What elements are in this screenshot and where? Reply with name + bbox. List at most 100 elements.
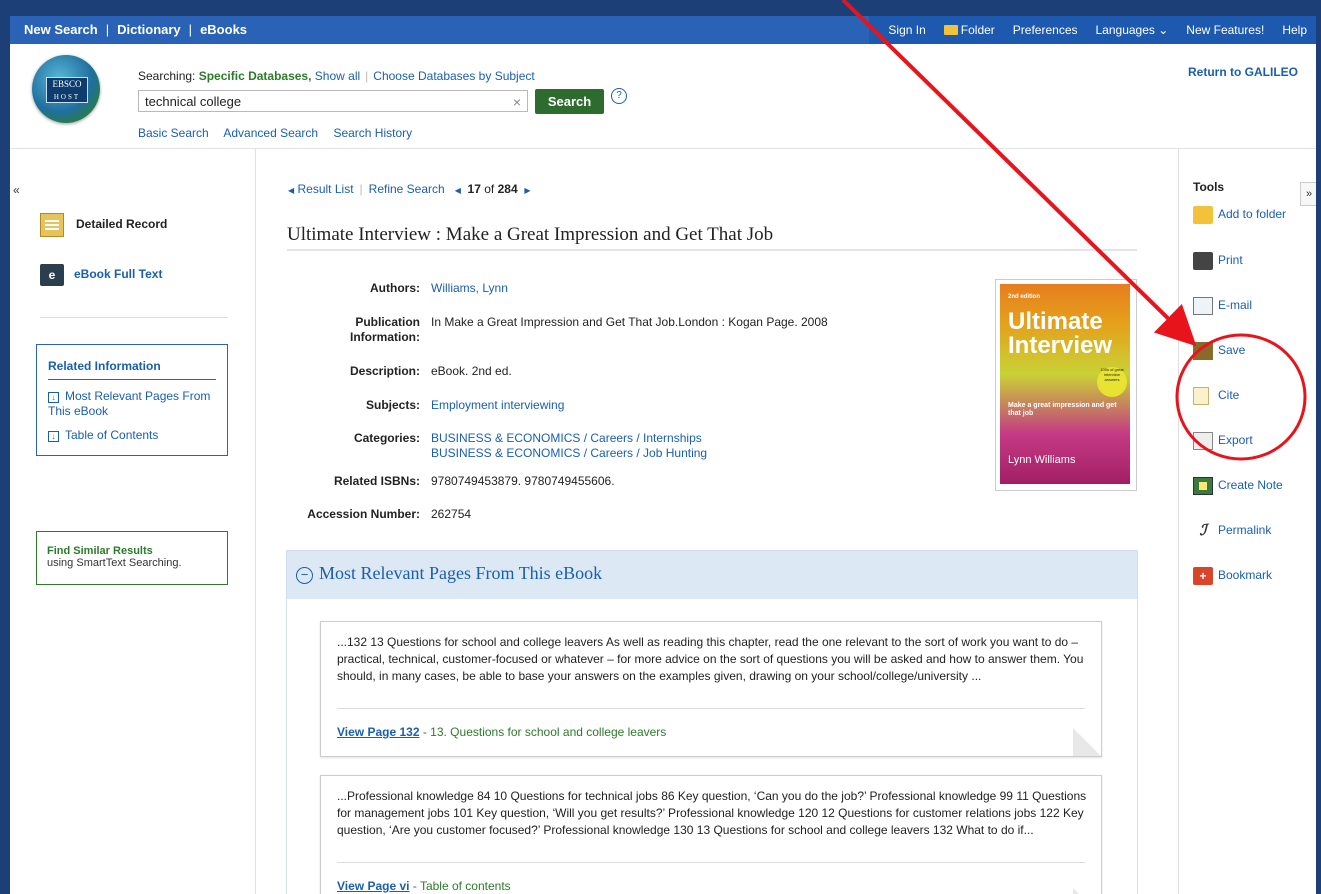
nav-sign-in[interactable]: Sign In <box>888 23 925 37</box>
ebsco-host-logo[interactable]: EBSCO HOST <box>32 55 100 123</box>
nav-folder-label: Folder <box>960 23 995 37</box>
advanced-search-link[interactable]: Advanced Search <box>223 126 318 140</box>
detailed-record-icon <box>40 213 64 237</box>
detailed-record-label: Detailed Record <box>76 217 168 232</box>
tool-permalink[interactable]: ℐ Permalink <box>1193 522 1271 540</box>
category-link-job-hunting[interactable]: BUSINESS & ECONOMICS / Careers / Job Hun… <box>431 446 707 460</box>
relevant-pages-heading: Most Relevant Pages From This eBook <box>319 563 603 583</box>
description-label: Description: <box>349 364 420 378</box>
choose-databases-link[interactable]: Choose Databases by Subject <box>373 69 534 83</box>
tool-print[interactable]: Print <box>1193 252 1243 270</box>
card-divider <box>337 862 1085 863</box>
find-similar-title: Find Similar Results <box>47 545 153 557</box>
tool-label: Create Note <box>1218 478 1283 493</box>
collapse-right-icon[interactable]: » <box>1300 182 1316 206</box>
link-icon: ℐ <box>1199 522 1207 539</box>
search-header: EBSCO HOST Searching: Specific Databases,… <box>10 44 1316 149</box>
nav-ebooks[interactable]: eBooks <box>200 22 247 37</box>
related-information-title: Related Information <box>48 359 161 373</box>
tool-label: Print <box>1218 253 1243 268</box>
refine-search-link[interactable]: Refine Search <box>369 182 445 196</box>
search-history-link[interactable]: Search History <box>333 126 412 140</box>
relevant-pages-header[interactable]: − Most Relevant Pages From This eBook <box>287 551 1137 599</box>
nav-help[interactable]: Help <box>1282 23 1307 37</box>
search-button[interactable]: Search <box>535 89 604 114</box>
book-cover-image[interactable]: 2nd edition Ultimate Interview 100s of g… <box>995 279 1137 491</box>
tool-email[interactable]: E-mail <box>1193 297 1252 315</box>
bookmark-icon: + <box>1193 567 1213 585</box>
subject-link[interactable]: Employment interviewing <box>431 398 564 412</box>
prev-result-icon[interactable]: ◀ <box>455 186 461 195</box>
next-result-icon[interactable]: ▶ <box>524 186 530 195</box>
related-divider <box>48 379 216 380</box>
tool-label: Add to folder <box>1218 207 1287 222</box>
record-title: Ultimate Interview : Make a Great Impres… <box>287 224 774 245</box>
nav-new-features[interactable]: New Features! <box>1186 23 1264 37</box>
clear-search-icon[interactable]: × <box>513 91 521 113</box>
nav-divider: | <box>105 22 110 37</box>
ebsco-page: New Search | Dictionary | eBooks Sign In Fol… <box>10 16 1316 894</box>
save-icon <box>1193 342 1213 360</box>
note-icon <box>1193 477 1213 495</box>
cite-icon <box>1193 387 1209 405</box>
page-curl-decoration <box>1073 728 1101 756</box>
search-input-value: technical college <box>145 94 242 109</box>
accession-label: Accession Number: <box>307 507 420 521</box>
logo-text-bottom: HOST <box>53 93 81 101</box>
tool-export[interactable]: Export <box>1193 432 1253 450</box>
top-nav-left: New Search | Dictionary | eBooks <box>24 22 247 37</box>
tool-add-to-folder[interactable]: Add to folder <box>1193 206 1286 224</box>
collapse-left-icon[interactable]: « <box>13 183 20 197</box>
find-similar-box[interactable]: Find Similar Results using SmartText Sea… <box>36 531 228 585</box>
related-item-relevant-pages[interactable]: ↓ Most Relevant Pages From This eBook <box>48 389 224 419</box>
search-input[interactable]: technical college × <box>138 90 528 112</box>
tool-cite[interactable]: Cite <box>1193 387 1239 405</box>
publication-label: Publication Information: <box>350 315 420 344</box>
jump-down-icon: ↓ <box>48 392 59 403</box>
logo-plate: EBSCO HOST <box>46 77 88 103</box>
collapse-section-icon[interactable]: − <box>296 567 313 584</box>
relevant-page-snippet: ...132 13 Questions for school and colle… <box>337 635 1084 683</box>
tool-save[interactable]: Save <box>1193 342 1245 360</box>
help-icon[interactable]: ? <box>611 88 627 104</box>
divider: | <box>365 69 369 83</box>
logo-text-top: EBSCO <box>52 79 82 89</box>
cover-author: Lynn Williams <box>1008 454 1076 466</box>
cover-badge-text: 100s of great interview answers <box>1100 367 1124 382</box>
nav-folder[interactable]: Folder <box>943 23 995 37</box>
ebook-full-text-item[interactable]: e eBook Full Text <box>40 264 162 286</box>
cover-subtitle: Make a great impression and get that job <box>1008 402 1117 417</box>
folder-icon <box>1193 206 1213 224</box>
ebook-full-text-label: eBook Full Text <box>74 267 163 282</box>
find-similar-subtitle: using SmartText Searching. <box>47 557 182 569</box>
return-to-galileo-link[interactable]: Return to GALILEO <box>1188 65 1298 79</box>
view-page-link[interactable]: View Page vi <box>337 879 410 893</box>
ebook-icon: e <box>40 264 64 286</box>
category-link-internships[interactable]: BUSINESS & ECONOMICS / Careers / Interns… <box>431 431 702 445</box>
related-item-toc[interactable]: ↓ Table of Contents <box>48 428 224 443</box>
tool-bookmark[interactable]: + Bookmark <box>1193 567 1272 585</box>
left-sidebar <box>10 148 256 894</box>
basic-search-link[interactable]: Basic Search <box>138 126 209 140</box>
page-curl-decoration <box>1073 888 1101 894</box>
nav-dictionary[interactable]: Dictionary <box>117 22 181 37</box>
nav-languages[interactable]: Languages ⌄ <box>1096 23 1169 37</box>
nav-preferences[interactable]: Preferences <box>1013 23 1078 37</box>
tool-label: Bookmark <box>1218 568 1273 583</box>
publication-value: In Make a Great Impression and Get That … <box>431 315 828 329</box>
result-list-link[interactable]: Result List <box>298 182 354 196</box>
card-link-row: View Page 132 - 13. Questions for school… <box>337 725 666 739</box>
isbns-label: Related ISBNs: <box>333 474 420 488</box>
card-link-row: View Page vi - Table of contents <box>337 879 511 893</box>
view-page-link[interactable]: View Page 132 <box>337 725 420 739</box>
relevant-pages-panel: − Most Relevant Pages From This eBook ..… <box>286 550 1138 894</box>
author-link[interactable]: Williams, Lynn <box>431 281 508 295</box>
subjects-label: Subjects: <box>365 398 420 412</box>
detailed-record-item[interactable]: Detailed Record <box>40 213 167 237</box>
tool-create-note[interactable]: Create Note <box>1193 477 1283 495</box>
jump-down-icon: ↓ <box>48 431 59 442</box>
result-navigation: ◀ Result List | Refine Search ◀ 17 of 284 … <box>288 182 530 196</box>
categories-label: Categories: <box>353 431 420 445</box>
show-all-link[interactable]: Show all <box>315 69 360 83</box>
nav-new-search[interactable]: New Search <box>24 22 98 37</box>
